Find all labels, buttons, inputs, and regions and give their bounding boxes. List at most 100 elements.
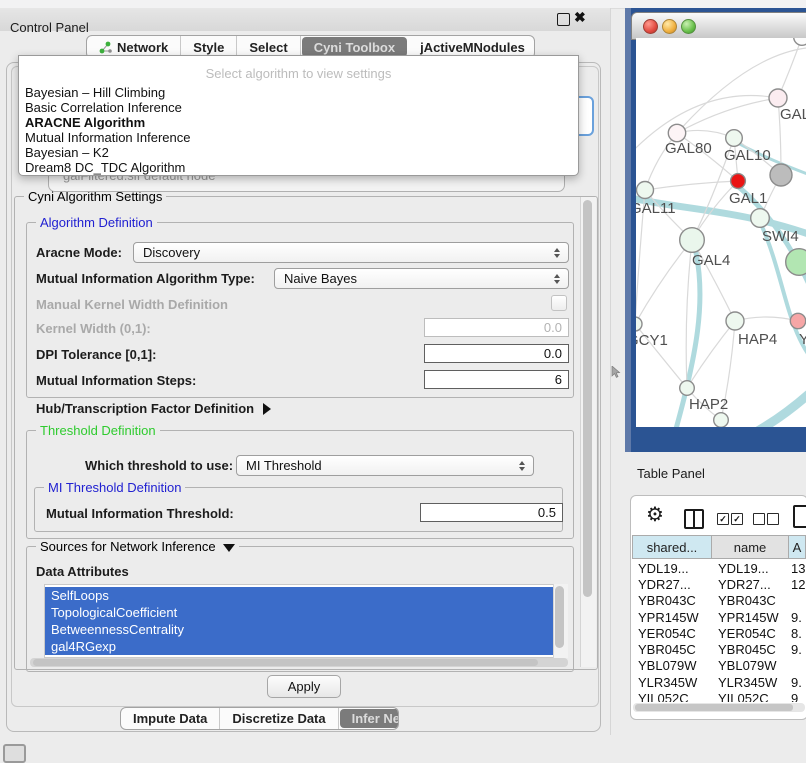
cell-shared-name: YBR043C — [632, 593, 711, 608]
algorithm-option[interactable]: ARACNE Algorithm — [23, 115, 574, 130]
network-node[interactable] — [714, 413, 729, 427]
node-label: GAL4 — [692, 252, 730, 269]
attribute-item[interactable]: SelfLoops — [45, 587, 554, 604]
attribute-item[interactable]: TopologicalCoefficient — [45, 604, 554, 621]
tab-infer-network[interactable]: Infer Network — [340, 709, 399, 728]
network-icon — [99, 41, 112, 54]
minimize-traffic-light-icon[interactable] — [662, 19, 677, 34]
network-node[interactable] — [794, 38, 806, 45]
network-node[interactable] — [786, 249, 806, 276]
close-icon[interactable]: ✖ — [574, 9, 586, 26]
node-label: GAL1 — [729, 190, 767, 207]
data-attributes-list: SelfLoopsTopologicalCoefficientBetweenne… — [44, 584, 555, 658]
expand-right-icon — [263, 403, 271, 415]
cell-name: YIL052C — [711, 691, 788, 702]
cell-partial: 12 — [788, 577, 806, 592]
float-window-icon[interactable] — [557, 13, 570, 26]
which-threshold-combobox[interactable]: MI Threshold — [236, 455, 534, 476]
cell-partial: 9. — [788, 675, 806, 690]
network-window-titlebar[interactable] — [631, 12, 806, 40]
network-node-gal1[interactable] — [731, 174, 746, 189]
table-row[interactable]: YBR043CYBR043C — [632, 593, 806, 609]
cell-name: YLR345W — [711, 675, 788, 690]
mi-threshold-field[interactable]: 0.5 — [420, 503, 563, 522]
hub-definition-toggle[interactable]: Hub/Transcription Factor Definition — [36, 401, 271, 416]
tab-impute-data[interactable]: Impute Data — [121, 708, 220, 729]
cell-name: YBL079W — [711, 658, 788, 673]
kernel-width-field[interactable]: 0.0 — [424, 318, 569, 337]
table-hscrollbar-thumb[interactable] — [635, 704, 793, 711]
cell-name: YER054C — [711, 626, 788, 641]
table-row[interactable]: YIL052CYIL052C9 — [632, 690, 806, 702]
algorithm-option[interactable]: Dream8 DC_TDC Algorithm — [23, 160, 574, 175]
network-node-gal[interactable] — [769, 89, 787, 107]
mi-threshold-definition-title: MI Threshold Definition — [44, 480, 185, 495]
algorithm-option[interactable]: Bayesian – Hill Climbing — [23, 85, 574, 100]
settings-scrollbar-thumb[interactable] — [583, 200, 592, 597]
data-attributes-label: Data Attributes — [36, 564, 129, 579]
zoom-traffic-light-icon[interactable] — [681, 19, 696, 34]
mi-algorithm-type-combobox[interactable]: Naive Bayes — [274, 268, 569, 289]
network-node-gal4[interactable] — [680, 228, 705, 253]
attribute-item[interactable]: gal4RGexp — [45, 638, 554, 655]
document-icon[interactable] — [793, 505, 806, 528]
algorithm-option[interactable]: Bayesian – K2 — [23, 145, 574, 160]
aracne-mode-combobox[interactable]: Discovery — [133, 242, 569, 263]
table-row[interactable]: YPR145WYPR145W9. — [632, 609, 806, 625]
table-row[interactable]: YDL19...YDL19...13 — [632, 560, 806, 576]
algorithm-option[interactable]: Basic Correlation Inference — [23, 100, 574, 115]
algorithm-definition-title: Algorithm Definition — [36, 215, 157, 230]
cell-partial: 8. — [788, 626, 806, 641]
table-row[interactable]: YER054CYER054C8. — [632, 625, 806, 641]
table-row[interactable]: YBL079WYBL079W — [632, 658, 806, 674]
cell-shared-name: YDL19... — [632, 561, 711, 576]
network-node-gcy1[interactable] — [636, 317, 642, 331]
attribute-item[interactable]: BetweennessCentrality — [45, 621, 554, 638]
mi-steps-field[interactable]: 6 — [424, 370, 569, 389]
network-node-gal11[interactable] — [637, 182, 654, 199]
sources-toggle[interactable]: Sources for Network Inference — [36, 539, 239, 554]
apply-button[interactable]: Apply — [267, 675, 341, 698]
network-node-y[interactable] — [790, 313, 805, 328]
cell-shared-name: YDR27... — [632, 577, 711, 592]
cell-shared-name: YER054C — [632, 626, 711, 641]
split-columns-icon[interactable] — [684, 509, 704, 529]
column-header-partial[interactable]: A — [788, 535, 806, 559]
network-node-hap2[interactable] — [680, 381, 695, 396]
manual-kernel-width-checkbox[interactable] — [551, 295, 567, 311]
sources-title: Sources for Network Inference — [40, 539, 216, 554]
close-traffic-light-icon[interactable] — [643, 19, 658, 34]
network-canvas[interactable]: GALGAL80GAL10GAL1GAL11SWI4GAL4GCY1HAP4YH… — [636, 38, 806, 427]
dpi-tolerance-field[interactable]: 0.0 — [424, 344, 569, 363]
attributes-scrollbar-thumb[interactable] — [555, 586, 564, 648]
node-label: GCY1 — [636, 332, 668, 349]
which-threshold-value: MI Threshold — [237, 458, 515, 473]
network-node-hap4[interactable] — [726, 312, 744, 330]
network-node[interactable] — [770, 164, 792, 186]
table-row[interactable]: YBR045CYBR045C9. — [632, 641, 806, 657]
column-header-shared-name[interactable]: shared... — [632, 535, 712, 559]
hub-definition-label: Hub/Transcription Factor Definition — [36, 401, 254, 416]
mi-steps-label: Mutual Information Steps: — [36, 373, 196, 388]
network-node-swi4[interactable] — [751, 209, 770, 228]
checked-box-icon[interactable]: ✓ — [731, 513, 743, 525]
cell-partial: 13 — [788, 561, 806, 576]
cell-name: YPR145W — [711, 610, 788, 625]
gear-icon[interactable]: ⚙ — [646, 504, 664, 526]
unchecked-box-icon[interactable] — [767, 513, 779, 525]
tab-cyni-toolbox[interactable]: Cyni Toolbox — [302, 37, 407, 57]
tab-discretize-data[interactable]: Discretize Data — [220, 708, 338, 729]
table-row[interactable]: YDR27...YDR27...12 — [632, 576, 806, 592]
network-node-gal10[interactable] — [726, 130, 743, 147]
tab-label: jActiveMNodules — [420, 40, 525, 55]
table-row[interactable]: YLR345WYLR345W9. — [632, 674, 806, 690]
minimized-panel-icon[interactable] — [3, 744, 26, 763]
unchecked-box-icon[interactable] — [753, 513, 765, 525]
manual-kernel-width-label: Manual Kernel Width Definition — [36, 297, 228, 312]
sources-hscrollbar-thumb[interactable] — [33, 659, 538, 666]
column-header-name[interactable]: name — [711, 535, 789, 559]
combo-spinner-icon — [550, 248, 564, 258]
algorithm-option[interactable]: Mutual Information Inference — [23, 130, 574, 145]
checked-box-icon[interactable]: ✓ — [717, 513, 729, 525]
algorithm-dropdown-list: Bayesian – Hill ClimbingBasic Correlatio… — [23, 85, 574, 175]
